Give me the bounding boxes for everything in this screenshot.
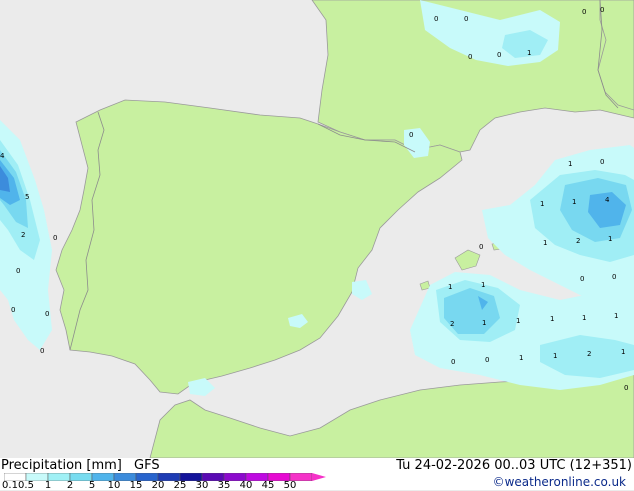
value-label: 0 (451, 358, 455, 366)
scale-tick-label: 35 (217, 480, 231, 491)
value-label: 1 (482, 319, 486, 327)
legend-title: Precipitation [mm] GFS (1, 458, 160, 473)
scale-tick-label: 10 (107, 480, 121, 491)
scale-tick-label: 30 (195, 480, 209, 491)
value-label: 1 (543, 239, 547, 247)
scale-tick-label: 40 (239, 480, 253, 491)
value-label: 0 (582, 8, 586, 16)
value-label: 1 (519, 354, 523, 362)
legend-title-text: Precipitation [mm] (1, 458, 122, 473)
scale-tick-label: 25 (173, 480, 187, 491)
value-label: 2 (450, 320, 454, 328)
value-label: 5 (25, 193, 29, 201)
scale-tick-label: 0.1 (2, 480, 18, 491)
value-label: 0 (479, 243, 483, 251)
value-label: 0 (468, 53, 472, 61)
scale-tick-label: 1 (44, 480, 52, 491)
value-label: 0 (612, 273, 616, 281)
precipitation-map: 0 0 0 0 1 0 0 0 4 5 2 0 0 0 0 0 1 0 1 1 … (0, 0, 634, 458)
value-label: 1 (550, 315, 554, 323)
value-label: 0 (600, 158, 604, 166)
scale-tick-label: 50 (283, 480, 297, 491)
value-label: 0 (11, 306, 15, 314)
value-label: 1 (481, 281, 485, 289)
value-label: 2 (576, 237, 580, 245)
value-label: 0 (45, 310, 49, 318)
value-label: 2 (21, 231, 25, 239)
value-label: 4 (605, 196, 610, 204)
value-label: 1 (614, 312, 618, 320)
value-label: 0 (600, 6, 604, 14)
value-label: 0 (497, 51, 501, 59)
scale-arrow (312, 473, 326, 481)
value-label: 1 (621, 348, 625, 356)
value-label: 1 (553, 352, 557, 360)
value-label: 1 (448, 283, 452, 291)
value-label: 1 (516, 317, 520, 325)
value-label: 0 (409, 131, 413, 139)
value-label: 1 (527, 49, 531, 57)
value-label: 1 (582, 314, 586, 322)
value-label: 0 (16, 267, 20, 275)
value-label: 1 (608, 235, 612, 243)
value-label: 1 (572, 198, 576, 206)
value-label: 1 (568, 160, 572, 168)
scale-tick-label: 2 (66, 480, 74, 491)
value-label: 0 (434, 15, 438, 23)
scale-tick-label: 45 (261, 480, 275, 491)
value-label: 0 (580, 275, 584, 283)
scale-tick-label: 20 (151, 480, 165, 491)
value-label: 2 (587, 350, 591, 358)
legend-model: GFS (134, 458, 160, 473)
value-label: 0 (53, 234, 57, 242)
value-label: 0 (40, 347, 44, 355)
value-label: 1 (540, 200, 544, 208)
copyright[interactable]: ©weatheronline.co.uk (493, 475, 626, 489)
color-scale (4, 473, 326, 481)
scale-tick-label: 15 (129, 480, 143, 491)
value-label: 0 (624, 384, 628, 392)
valid-time: Tu 24-02-2026 00..03 UTC (12+351) (396, 458, 632, 473)
value-label: 4 (0, 152, 5, 160)
scale-tick-label: 0.5 (18, 480, 34, 491)
value-label: 0 (485, 356, 489, 364)
scale-tick-label: 5 (88, 480, 96, 491)
value-label: 0 (464, 15, 468, 23)
